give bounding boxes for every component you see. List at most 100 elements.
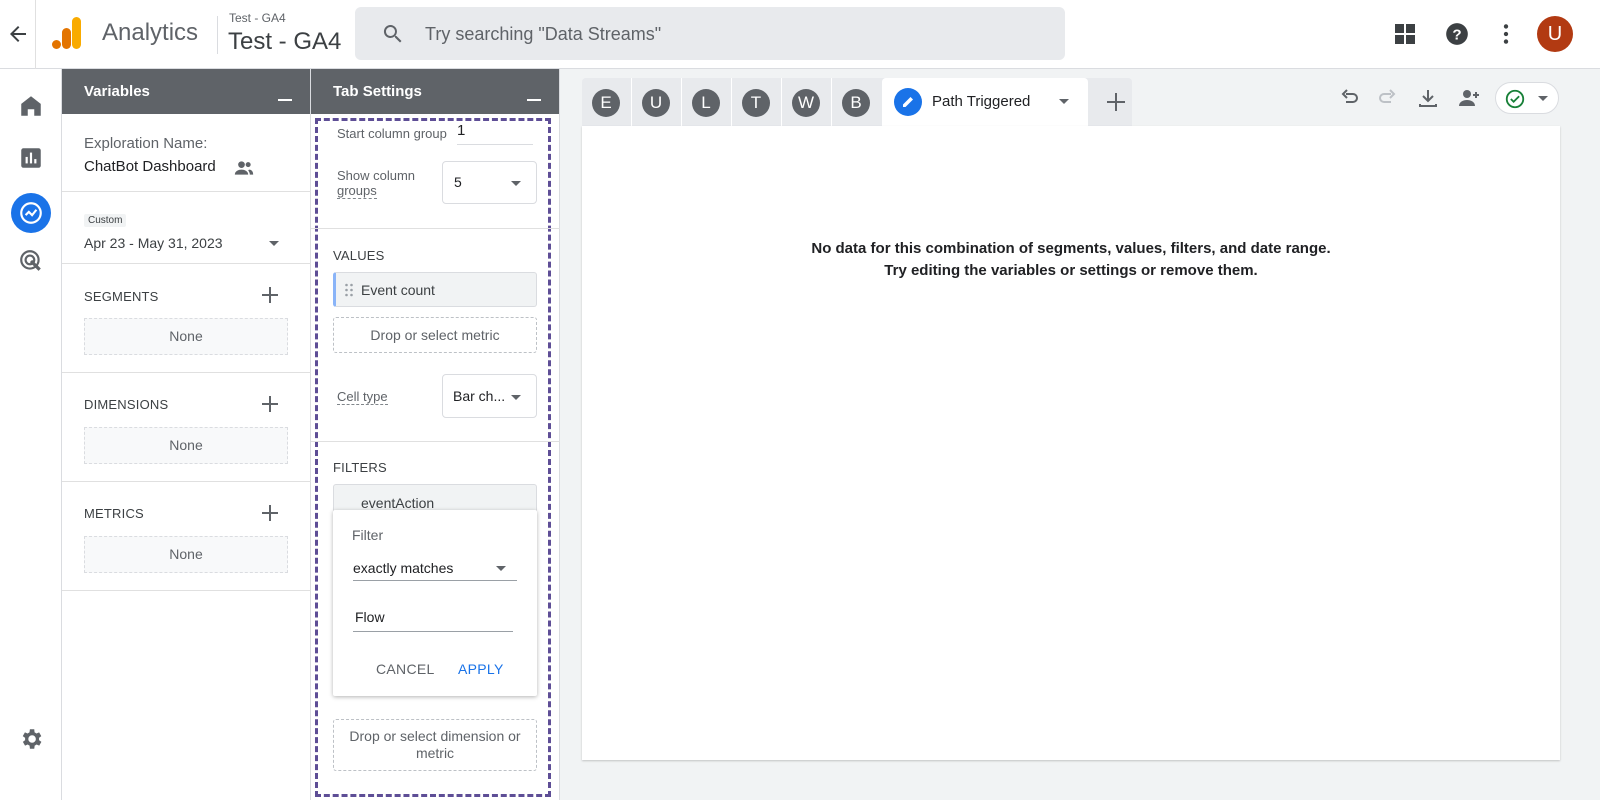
divider (631, 78, 632, 126)
cell-type-select[interactable]: Bar ch... (442, 374, 537, 418)
apps-grid-icon[interactable] (1392, 21, 1418, 47)
tab-settings-header: Tab Settings (311, 69, 559, 114)
search-bar[interactable] (355, 7, 1065, 60)
dimensions-label: DIMENSIONS (84, 397, 169, 412)
segments-drop-zone[interactable]: None (84, 318, 288, 355)
tab-settings-panel: Tab Settings Start column group 1 Show c… (311, 69, 560, 800)
match-type-select[interactable]: exactly matches (353, 550, 517, 581)
divider (311, 441, 560, 442)
variables-panel: Variables Exploration Name: ChatBot Dash… (62, 69, 311, 800)
save-status-button[interactable] (1495, 82, 1559, 114)
chevron-down-icon (1538, 96, 1548, 101)
tab-u[interactable]: U (642, 89, 670, 117)
divider (681, 78, 682, 126)
people-icon[interactable] (234, 159, 254, 177)
date-badge: Custom (84, 214, 127, 227)
search-input[interactable] (425, 21, 1025, 47)
date-range-picker[interactable]: Apr 23 - May 31, 2023 (84, 235, 223, 251)
no-data-message: No data for this combination of segments… (582, 238, 1560, 282)
download-icon[interactable] (1416, 86, 1440, 110)
divider (217, 16, 218, 54)
panel-title: Tab Settings (333, 83, 422, 100)
divider (781, 78, 782, 126)
show-column-groups-select[interactable]: 5 (442, 161, 537, 204)
tab-b[interactable]: B (842, 89, 870, 117)
metrics-label: METRICS (84, 506, 144, 521)
drop-text-line: metric (415, 745, 455, 761)
more-vert-icon[interactable] (1493, 21, 1519, 47)
filters-label: FILTERS (333, 460, 387, 475)
value-chip[interactable]: Event count (333, 272, 537, 307)
chevron-down-icon[interactable] (269, 241, 279, 246)
filter-popup-title: Filter (352, 527, 384, 543)
tab-l[interactable]: L (692, 89, 720, 117)
label-line: Show column (337, 168, 416, 183)
chevron-down-icon (511, 395, 521, 400)
minimize-icon[interactable] (278, 99, 292, 101)
metrics-drop-zone[interactable]: None (84, 536, 288, 573)
tab-t[interactable]: T (742, 89, 770, 117)
filter-chip-label: eventAction (361, 495, 435, 511)
divider (62, 590, 311, 591)
tab-w[interactable]: W (792, 89, 820, 117)
divider (731, 78, 732, 126)
segments-label: SEGMENTS (84, 289, 159, 304)
redo-icon[interactable] (1376, 86, 1400, 110)
drop-metric-zone[interactable]: Drop or select metric (333, 317, 537, 353)
variables-panel-header: Variables (62, 69, 310, 114)
svg-text:?: ? (1452, 26, 1461, 43)
check-circle-icon (1504, 88, 1526, 110)
apply-button[interactable]: APPLY (458, 661, 504, 677)
property-selector[interactable]: Test - GA4 (228, 28, 341, 56)
add-dimension-plus-icon[interactable] (260, 394, 280, 414)
filter-value-input[interactable]: Flow (353, 599, 513, 632)
help-icon[interactable]: ? (1444, 21, 1470, 47)
undo-icon[interactable] (1337, 86, 1361, 110)
settings-icon[interactable] (18, 726, 44, 752)
minimize-icon[interactable] (527, 99, 541, 101)
drop-dimension-zone[interactable]: Drop or select dimension or metric (333, 719, 537, 771)
edit-pencil-icon (894, 88, 922, 116)
divider (831, 78, 832, 126)
cell-type-label: Cell type (337, 389, 388, 405)
drop-text-line: Drop or select dimension or (349, 728, 521, 744)
exploration-name-label: Exploration Name: (84, 135, 208, 152)
exploration-name-input[interactable]: ChatBot Dashboard (84, 158, 216, 175)
divider (311, 228, 560, 229)
reports-icon[interactable] (18, 145, 44, 171)
select-value: Bar ch... (453, 388, 506, 404)
app-name: Analytics (102, 19, 199, 46)
chevron-down-icon[interactable] (1059, 99, 1069, 104)
divider (62, 263, 311, 264)
back-arrow-icon[interactable] (6, 22, 30, 46)
add-tab-plus-icon[interactable] (1104, 90, 1128, 114)
add-segment-plus-icon[interactable] (260, 285, 280, 305)
property-account[interactable]: Test - GA4 (229, 11, 286, 25)
drag-handle-icon[interactable] (344, 282, 354, 298)
add-metric-plus-icon[interactable] (260, 503, 280, 523)
start-column-group-input[interactable]: 1 (457, 122, 533, 145)
value-chip-label: Event count (361, 282, 435, 298)
select-value: 5 (454, 174, 462, 190)
explore-icon[interactable] (18, 200, 44, 226)
avatar[interactable]: U (1537, 16, 1573, 52)
analytics-logo-icon[interactable] (52, 17, 82, 49)
input-value: Flow (355, 609, 385, 625)
search-icon (381, 22, 405, 46)
chevron-down-icon (496, 566, 506, 571)
message-line: Try editing the variables or settings or… (884, 262, 1258, 279)
dimensions-drop-zone[interactable]: None (84, 427, 288, 464)
divider (35, 0, 36, 69)
divider (62, 191, 311, 192)
start-column-group-label: Start column group (337, 126, 447, 141)
advertising-icon[interactable] (18, 248, 44, 274)
tab-title: Path Triggered (932, 93, 1031, 110)
share-people-icon[interactable] (1456, 86, 1484, 110)
tab-path-triggered[interactable]: Path Triggered (882, 78, 1088, 126)
home-icon[interactable] (18, 93, 44, 119)
divider (62, 372, 311, 373)
select-value: exactly matches (353, 560, 454, 576)
tab-e[interactable]: E (592, 89, 620, 117)
label-text: Cell type (337, 389, 388, 405)
cancel-button[interactable]: CANCEL (376, 661, 435, 677)
